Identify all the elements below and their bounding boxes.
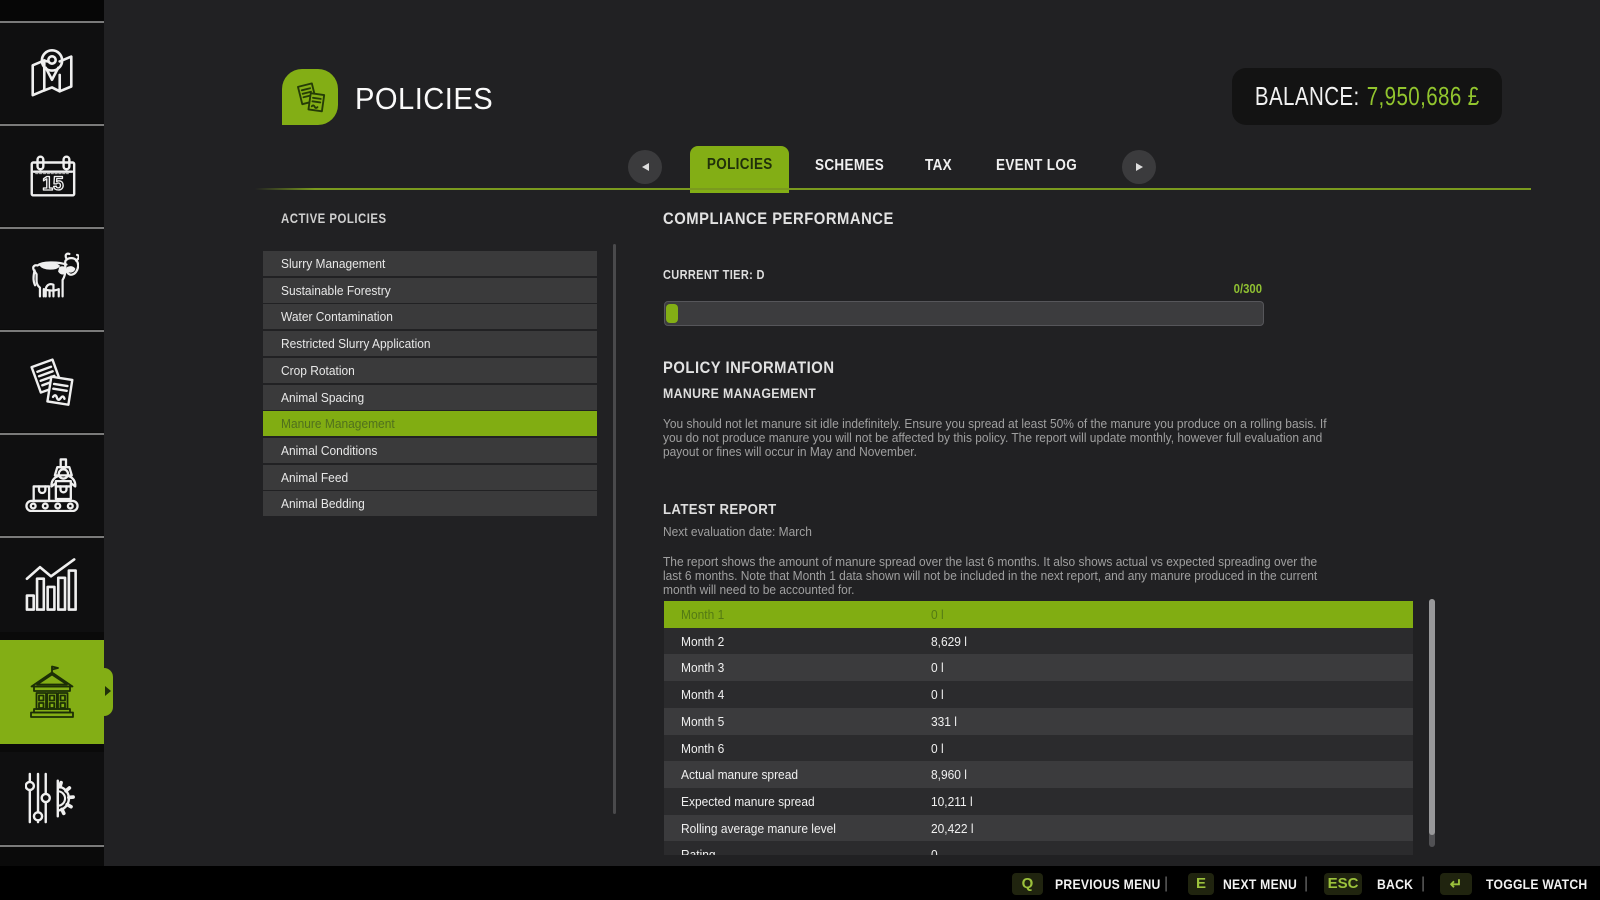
svg-text:15: 15 bbox=[42, 174, 64, 195]
